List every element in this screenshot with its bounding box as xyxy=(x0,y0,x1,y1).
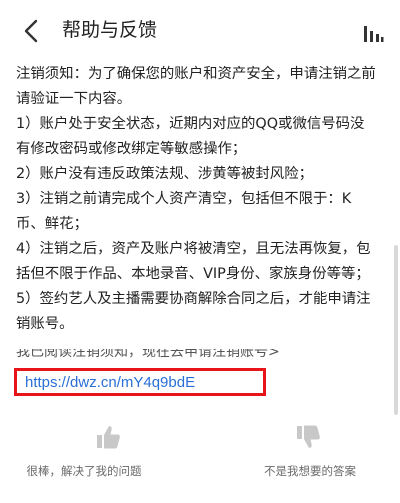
paragraph-3: 3）注销之前请完成个人资产清空，包括但不限于：K币、鲜花； xyxy=(16,191,352,232)
apply-cancel-link-text: 我已阅读注销须知，现在去申请注销账号> xyxy=(16,349,280,360)
helpful-label: 很棒，解决了我的问题 xyxy=(26,464,142,478)
paragraph-intro: 注销须知：为了确保您的账户和资产安全，申请注销之前请验证一下内容。 xyxy=(16,66,376,107)
paragraph-4: 4）注销之后，资产及账户将被清空，且无法再恢复，包括但不限于作品、本地录音、VI… xyxy=(16,241,371,282)
page-title: 帮助与反馈 xyxy=(62,19,158,41)
feedback-bar: 很棒，解决了我的问题 不是我想要的答案 xyxy=(0,416,400,503)
apply-cancel-link[interactable]: 我已阅读注销须知，现在去申请注销账号> xyxy=(16,349,386,363)
url-highlight-box[interactable]: https://dwz.cn/mY4q9bdE xyxy=(14,368,266,396)
bars-icon[interactable] xyxy=(362,22,384,44)
scrollbar[interactable] xyxy=(394,245,398,415)
back-arrow-icon[interactable] xyxy=(20,18,42,44)
paragraph-1: 1）账户处于安全状态，近期内对应的QQ或微信号码没有修改密码或修改绑定等敏感操作… xyxy=(16,116,365,157)
top-bar: 帮助与反馈 xyxy=(0,0,400,62)
thumbs-down-icon xyxy=(297,425,320,448)
paragraph-2: 2）账户没有违反政策法规、涉黄等被封风险； xyxy=(16,166,313,182)
helpful-button[interactable]: 很棒，解决了我的问题 xyxy=(0,416,200,503)
not-helpful-button[interactable]: 不是我想要的答案 xyxy=(200,416,400,503)
article-body: 注销须知：为了确保您的账户和资产安全，申请注销之前请验证一下内容。 1）账户处于… xyxy=(16,62,378,337)
not-helpful-label: 不是我想要的答案 xyxy=(264,464,356,478)
url-link[interactable]: https://dwz.cn/mY4q9bdE xyxy=(25,373,195,393)
paragraph-5: 5）签约艺人及主播需要协商解除合同之后，才能申请注销账号。 xyxy=(16,291,371,332)
thumbs-up-icon xyxy=(97,426,120,449)
